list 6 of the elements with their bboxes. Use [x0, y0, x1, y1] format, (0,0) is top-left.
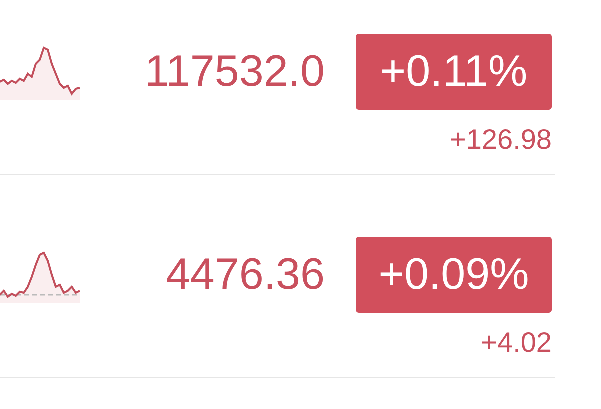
change-value: +126.98: [450, 126, 552, 154]
change-value: +4.02: [481, 329, 552, 357]
price-value: 117532.0: [144, 50, 325, 94]
change-percent-badge: +0.11%: [356, 34, 552, 110]
price-value: 4476.36: [166, 253, 325, 297]
change-percent-badge: +0.09%: [356, 237, 552, 313]
